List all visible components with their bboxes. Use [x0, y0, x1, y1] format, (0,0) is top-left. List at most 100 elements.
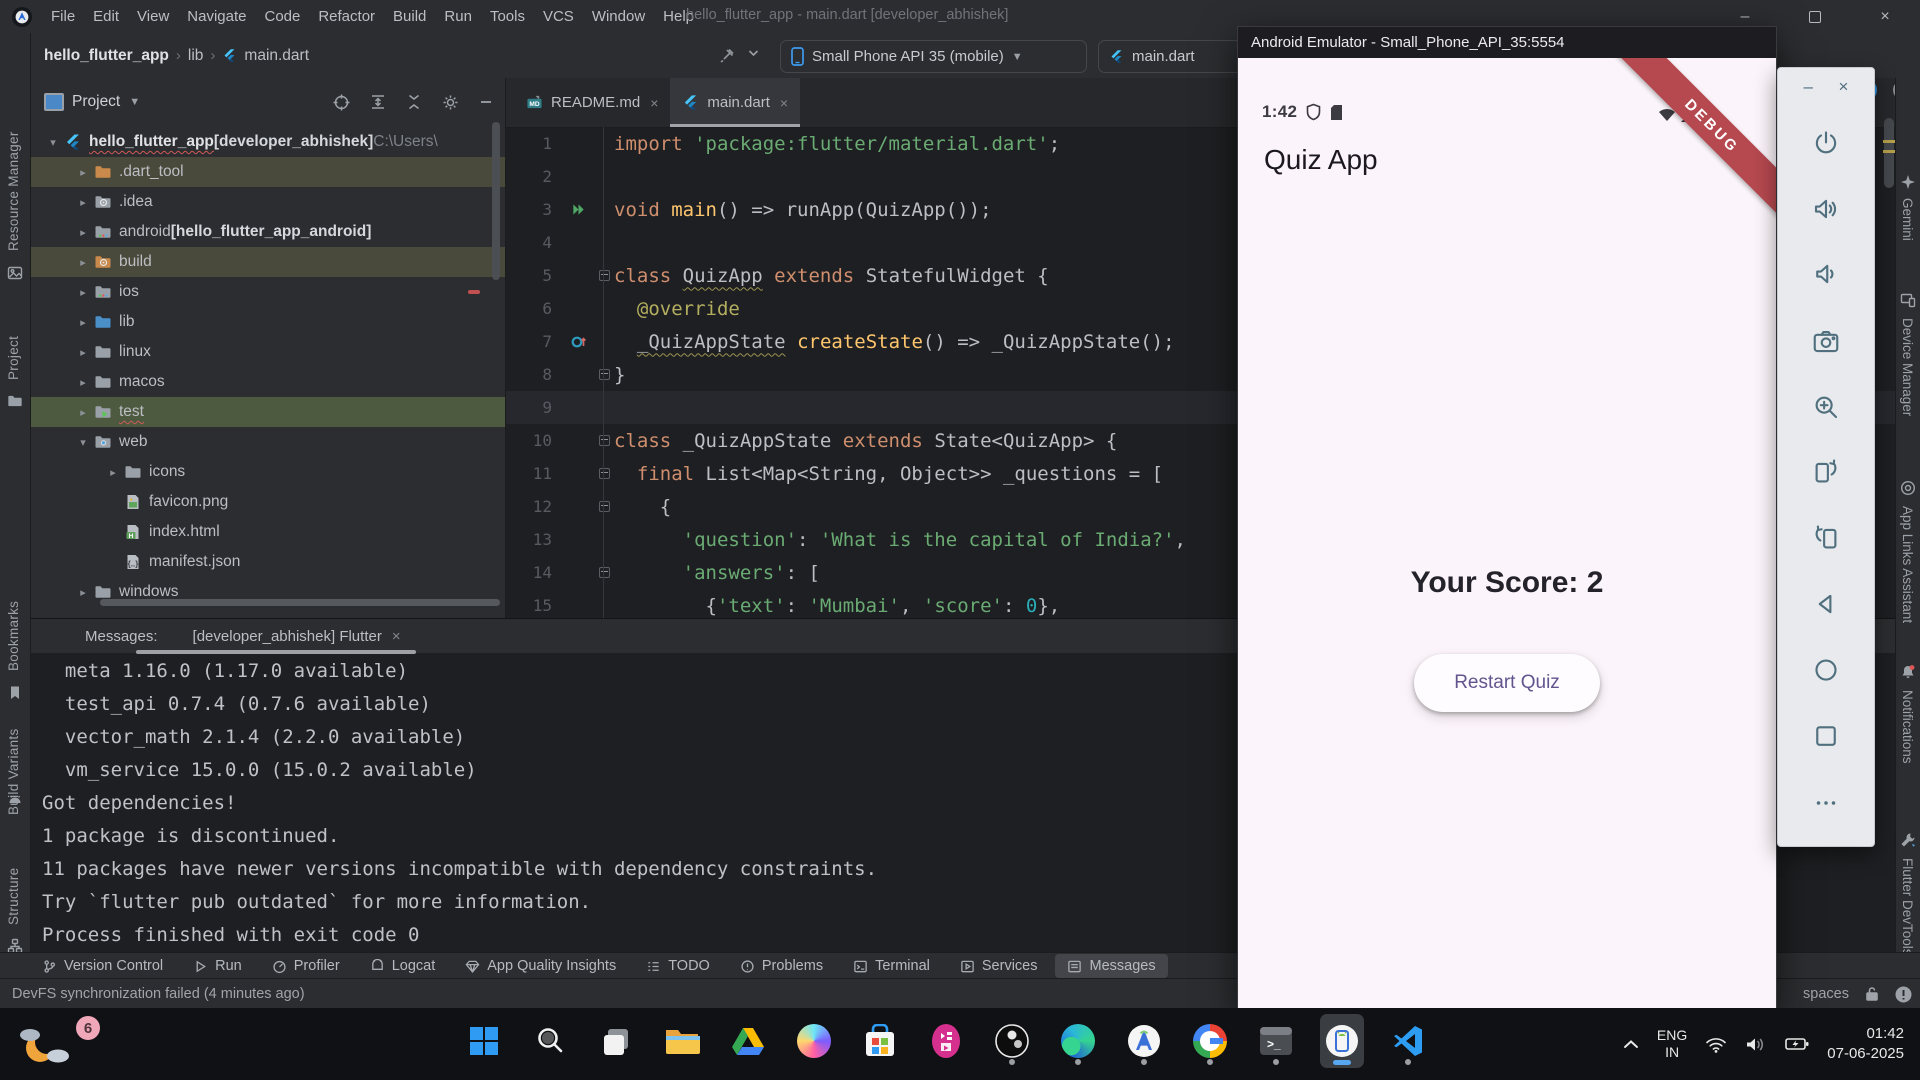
sync-project-icon[interactable] [718, 45, 738, 65]
sparkle-icon[interactable] [1900, 174, 1916, 190]
tree-item-web[interactable]: ▾ web [30, 427, 505, 457]
device-icon[interactable] [1900, 292, 1916, 308]
android-logcat-icon[interactable] [7, 793, 23, 809]
chevron-right-icon[interactable]: ▸ [74, 196, 92, 209]
tool-window-logcat[interactable]: Logcat [358, 954, 448, 978]
run-gutter-icon[interactable] [562, 202, 594, 217]
right-strip-app-links-assistant[interactable]: App Links Assistant [1900, 506, 1915, 666]
right-strip-gemini[interactable]: Gemini [1900, 198, 1915, 264]
menu-refactor[interactable]: Refactor [309, 8, 384, 25]
tree-item--idea[interactable]: ▸ .idea [30, 187, 505, 217]
language-indicator[interactable]: ENG IN [1657, 1027, 1687, 1061]
chevron-right-icon[interactable]: ▸ [74, 406, 92, 419]
tool-window-version-control[interactable]: Version Control [30, 954, 175, 978]
taskbar-android-studio-icon[interactable] [1122, 1014, 1166, 1068]
tree-item-build[interactable]: ▸ build [30, 247, 505, 277]
battery-tray-icon[interactable] [1785, 1037, 1809, 1051]
fold-marker[interactable] [594, 567, 614, 578]
taskbar-terminal-icon[interactable]: >_ [1254, 1014, 1298, 1068]
close-icon[interactable]: × [1850, 0, 1920, 33]
menu-vcs[interactable]: VCS [534, 8, 583, 25]
rotate-left-icon[interactable] [1809, 455, 1843, 489]
tree-item-ios[interactable]: ▸ ios [30, 277, 505, 307]
volume-up-icon[interactable] [1809, 192, 1843, 226]
right-strip-notifications[interactable]: Notifications [1900, 690, 1915, 800]
status-message[interactable]: DevFS synchronization failed (4 minutes … [12, 986, 305, 1002]
close-icon[interactable]: × [650, 95, 658, 111]
chevron-right-icon[interactable]: ▸ [74, 256, 92, 269]
right-strip-device-manager[interactable]: Device Manager [1900, 318, 1915, 448]
weather-widget[interactable]: 6 [14, 1016, 110, 1070]
back-icon[interactable] [1809, 587, 1843, 621]
tree-item--dart-tool[interactable]: ▸ .dart_tool [30, 157, 505, 187]
tree-item-lib[interactable]: ▸ lib [30, 307, 505, 337]
tab-readme-md[interactable]: MD README.md × [514, 78, 670, 127]
settings-gear-icon[interactable] [442, 94, 459, 111]
hide-panel-icon[interactable] [479, 95, 493, 109]
rotate-right-icon[interactable] [1809, 521, 1843, 555]
emulator-titlebar[interactable]: Android Emulator - Small_Phone_API_35:55… [1238, 27, 1776, 58]
chevron-down-icon[interactable]: ▼ [129, 96, 140, 108]
tool-window-profiler[interactable]: Profiler [260, 954, 352, 978]
taskbar-copilot-icon[interactable] [792, 1014, 836, 1068]
left-strip-structure[interactable]: Structure [6, 839, 21, 925]
tree-item-macos[interactable]: ▸ macos [30, 367, 505, 397]
tree-item-manifest-json[interactable]: {..} manifest.json [30, 547, 505, 577]
left-strip-bookmarks[interactable]: Bookmarks [6, 571, 21, 671]
taskbar-task-view-icon[interactable] [594, 1014, 638, 1068]
chevron-down-icon[interactable]: ▾ [74, 436, 92, 449]
emulator-minimize-icon[interactable]: – [1804, 77, 1813, 97]
menu-build[interactable]: Build [384, 8, 435, 25]
menu-file[interactable]: File [42, 8, 84, 25]
horizontal-scrollbar[interactable] [100, 599, 500, 606]
fold-marker[interactable] [594, 501, 614, 512]
expand-all-icon[interactable] [370, 94, 386, 110]
tree-item-index-html[interactable]: H index.html [30, 517, 505, 547]
emulator-screen[interactable]: 1:42 DEBUG Quiz App Your Score: 2 Restar… [1238, 58, 1776, 1009]
power-icon[interactable] [1809, 126, 1843, 160]
volume-down-icon[interactable] [1809, 257, 1843, 291]
chevron-right-icon[interactable]: ▸ [74, 226, 92, 239]
taskbar-start-icon[interactable] [462, 1014, 506, 1068]
wifi-tray-icon[interactable] [1705, 1036, 1727, 1053]
wrench-icon[interactable] [1900, 832, 1916, 848]
restore-icon[interactable] [1780, 0, 1850, 33]
project-panel-title[interactable]: Project [72, 93, 120, 111]
chevron-right-icon[interactable]: ▸ [104, 466, 122, 479]
volume-tray-icon[interactable] [1745, 1036, 1767, 1053]
home-icon[interactable] [1809, 653, 1843, 687]
taskbar-search-icon[interactable] [528, 1014, 572, 1068]
collapse-all-icon[interactable] [406, 94, 422, 110]
fold-marker[interactable] [594, 369, 614, 380]
fold-marker[interactable] [594, 270, 614, 281]
tree-item-icons[interactable]: ▸ icons [30, 457, 505, 487]
taskbar-edge-icon[interactable] [1056, 1014, 1100, 1068]
applinks-icon[interactable] [1900, 480, 1916, 496]
tool-window-problems[interactable]: Problems [728, 954, 835, 978]
left-strip-icon[interactable] [7, 265, 23, 281]
menu-view[interactable]: View [128, 8, 178, 25]
taskbar-clipchamp-icon[interactable] [924, 1014, 968, 1068]
menu-tools[interactable]: Tools [481, 8, 534, 25]
left-strip-icon[interactable] [7, 393, 23, 409]
chevron-down-icon[interactable] [748, 49, 759, 57]
indent-label[interactable]: spaces [1803, 986, 1849, 1002]
breadcrumb-folder[interactable]: lib [188, 47, 204, 65]
tool-window-terminal[interactable]: Terminal [841, 954, 942, 978]
menu-run[interactable]: Run [435, 8, 481, 25]
menu-edit[interactable]: Edit [84, 8, 128, 25]
lock-icon[interactable] [1865, 986, 1879, 1002]
menu-navigate[interactable]: Navigate [178, 8, 255, 25]
tree-item-test[interactable]: ▸ test [30, 397, 505, 427]
close-icon[interactable]: × [780, 95, 788, 111]
zoom-icon[interactable] [1809, 390, 1843, 424]
chevron-right-icon[interactable]: ▸ [74, 286, 92, 299]
tool-window-app-quality-insights[interactable]: App Quality Insights [453, 954, 628, 978]
menu-code[interactable]: Code [255, 8, 309, 25]
bell-icon[interactable] [1900, 664, 1916, 680]
tab-main-dart[interactable]: main.dart × [670, 78, 801, 127]
device-selector[interactable]: Small Phone API 35 (mobile) ▼ [780, 40, 1087, 73]
fold-marker[interactable] [594, 435, 614, 446]
overview-icon[interactable] [1809, 719, 1843, 753]
messages-tab[interactable]: [developer_abhishek] Flutter × [193, 619, 401, 653]
